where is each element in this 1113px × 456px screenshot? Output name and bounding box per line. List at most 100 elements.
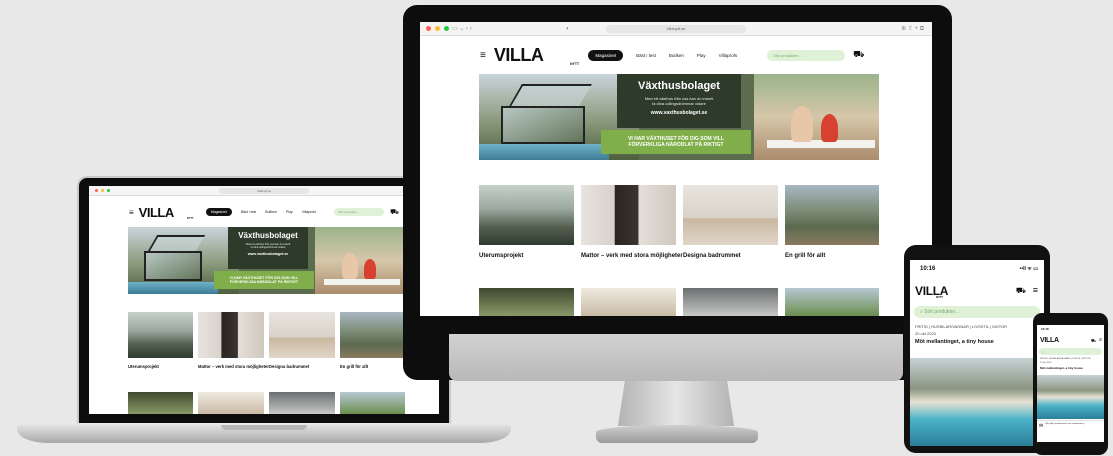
search-icon: ⌕ [1042,349,1044,354]
banner-cta-line2: FÖRVERKLIGA NÄRODLAT PÅ RIKTIGT [628,142,724,148]
card-title-3[interactable]: Designa badrummet [683,253,741,259]
nav-magasinet[interactable]: Magasinet [588,49,624,61]
imac-ad-banner[interactable]: Växthusbolaget Med ett växthus från oss … [479,74,879,160]
card-image-row2-1[interactable] [128,392,193,414]
card-title-2[interactable]: Mattor – verk med stora möjligheter [198,364,269,369]
laptop-notch [221,425,307,430]
site-logo[interactable]: VILLA [915,284,948,298]
mail-icon: ✉ [1039,423,1044,429]
cart-icon[interactable]: ⛟ [1091,338,1096,344]
nav-play[interactable]: Play [697,53,706,58]
banner-url[interactable]: www.vaxthusbolaget.se [228,252,308,256]
card-image-grill[interactable] [785,185,879,245]
maximize-window-button[interactable] [107,189,110,192]
card-image-row2-3[interactable] [683,288,778,316]
sidebar-icon[interactable]: ▭ ⌄ ‹ › [452,25,472,32]
nav-bast-i-test[interactable]: Bäst i test [241,210,256,214]
laptop-browser-chrome: villanytt.se [89,186,439,196]
hamburger-menu-icon[interactable]: ≡ [1033,285,1038,295]
search-input[interactable]: Sök produkter... [767,49,846,61]
minimize-window-button[interactable] [435,26,440,31]
site-logo-sub: NYTT [570,62,580,66]
card-image-uterumsprojekt[interactable] [128,312,193,358]
banner-text-2: ta dina odlingsdrömmar vidare [652,101,706,106]
card-image-badrummet[interactable] [683,185,778,245]
card-image-row2-4[interactable] [785,288,879,316]
card-image-row2-3[interactable] [269,392,335,414]
nav-butiken[interactable]: Butiken [669,53,684,58]
site-logo[interactable]: VILLA [494,46,544,64]
nav-butiken[interactable]: Butiken [265,210,277,214]
privacy-shield-icon[interactable]: ◐ [566,26,570,32]
hamburger-menu-icon[interactable]: ≡ [480,50,486,61]
search-input[interactable]: Sök produkter... [334,208,385,216]
card-image-row2-1[interactable] [479,288,574,316]
banner-text-2: ta dina odlingsdrömmar vidare [250,246,286,249]
nav-villaprofs[interactable]: Villaprofs [719,53,737,58]
card-title-3[interactable]: Designa badrummet [269,364,309,369]
card-title-1[interactable]: Uterumsprojekt [479,253,523,259]
phone-status-time: 10:16 [1041,327,1049,331]
card-image-mattor[interactable] [581,185,676,245]
card-image-badrummet[interactable] [269,312,335,358]
search-input[interactable]: ⌕ Sök produkter... [914,306,1040,318]
card-image-row2-2[interactable] [581,288,676,316]
maximize-window-button[interactable] [444,26,449,31]
card-image-uterumsprojekt[interactable] [479,185,574,245]
card-title-4[interactable]: En grill för allt [340,364,368,369]
site-logo-sub: NYTT [936,295,943,299]
article-title[interactable]: Möt mellantinget, a tiny house [915,339,994,345]
address-bar[interactable]: villanytt.se [606,24,746,33]
laptop-site: ≡ VILLA NYTT Magasinet Bäst i test Butik… [89,196,439,414]
card-image-row2-4[interactable] [340,392,405,414]
card-title-4[interactable]: En grill för allt [785,253,825,259]
article-categories[interactable]: FRITID | HUSBILAR/VAGNAR | LIVSSTIL | MO… [915,324,1007,329]
article-date: 20 okt 2023 [915,331,936,336]
cart-icon[interactable]: ⛟ [390,208,399,217]
window-controls[interactable] [426,26,449,31]
article-title[interactable]: Möt mellantinget, a tiny house [1040,366,1083,370]
card-image-mattor[interactable] [198,312,264,358]
minimize-window-button[interactable] [101,189,104,192]
laptop-screen: villanytt.se ≡ VILLA NYTT Magasinet Bäst… [89,186,439,414]
banner-brand: Växthusbolaget [638,80,720,92]
article-image[interactable] [910,358,1044,446]
share-icon[interactable]: ⊕ ⇧ + ⧉ [901,25,924,33]
article-image[interactable] [1037,375,1104,419]
cart-icon[interactable]: ⛟ [1016,286,1026,296]
hamburger-menu-icon[interactable]: ≡ [129,208,134,217]
nav-play[interactable]: Play [286,210,293,214]
nav-villaprofs[interactable]: Villaprofs [302,210,316,214]
search-input[interactable]: ⌕ [1039,348,1102,355]
cookie-notice[interactable]: ✉ Villa Nytt uppdaterade sina cookiepoli… [1037,420,1104,442]
card-title-1[interactable]: Uterumsprojekt [128,364,159,369]
imac-bezel-bottom [449,316,903,334]
imac-browser-chrome: ▭ ⌄ ‹ › ◐ villanytt.se ⊕ ⇧ + ⧉ [420,22,932,36]
card-title-2[interactable]: Mattor – verk med stora möjligheter [581,253,683,259]
site-logo[interactable]: VILLA [1040,337,1059,344]
window-controls[interactable] [95,189,110,192]
imac-foot [596,425,758,443]
close-window-button[interactable] [426,26,431,31]
site-logo-sub: NYTT [187,217,194,220]
address-bar[interactable]: villanytt.se [219,187,309,194]
article-date: 20 okt 2023 [1040,362,1052,364]
banner-cta[interactable]: VI HAR VÄXTHUSET FÖR DIG SOM VILL FÖRVER… [601,130,751,154]
tablet-status-icons: ••ll ᯤ ▭ [1019,266,1038,272]
banner-cta-line2: FÖRVERKLIGA NÄRODLAT PÅ RIKTIGT [229,280,299,284]
cart-icon[interactable]: ⛟ [853,49,864,61]
laptop-ad-banner[interactable]: Växthusbolaget Med ett växthus från oss … [128,227,405,294]
nav-magasinet[interactable]: Magasinet [205,208,232,216]
close-window-button[interactable] [95,189,98,192]
card-image-row2-2[interactable] [198,392,264,414]
banner-cta[interactable]: VI HAR VÄXTHUSET FÖR DIG SOM VILL FÖRVER… [214,271,314,289]
hamburger-menu-icon[interactable]: ≡ [1099,337,1102,343]
imac-nav: ≡ VILLA NYTT Magasinet Bäst i test Butik… [480,45,880,66]
site-logo[interactable]: VILLA [139,206,175,219]
imac-screen: ▭ ⌄ ‹ › ◐ villanytt.se ⊕ ⇧ + ⧉ ≡ VILLA N… [420,22,932,316]
banner-panel: Växthusbolaget Med ett växthus från oss … [228,227,308,269]
nav-bast-i-test[interactable]: Bäst i test [636,53,656,58]
article-categories[interactable]: FRITID | HUSBILAR/VAGNAR | LIVSSTIL | MO… [1040,358,1090,360]
banner-url[interactable]: www.vaxthusbolaget.se [617,110,741,116]
card-image-grill[interactable] [340,312,405,358]
